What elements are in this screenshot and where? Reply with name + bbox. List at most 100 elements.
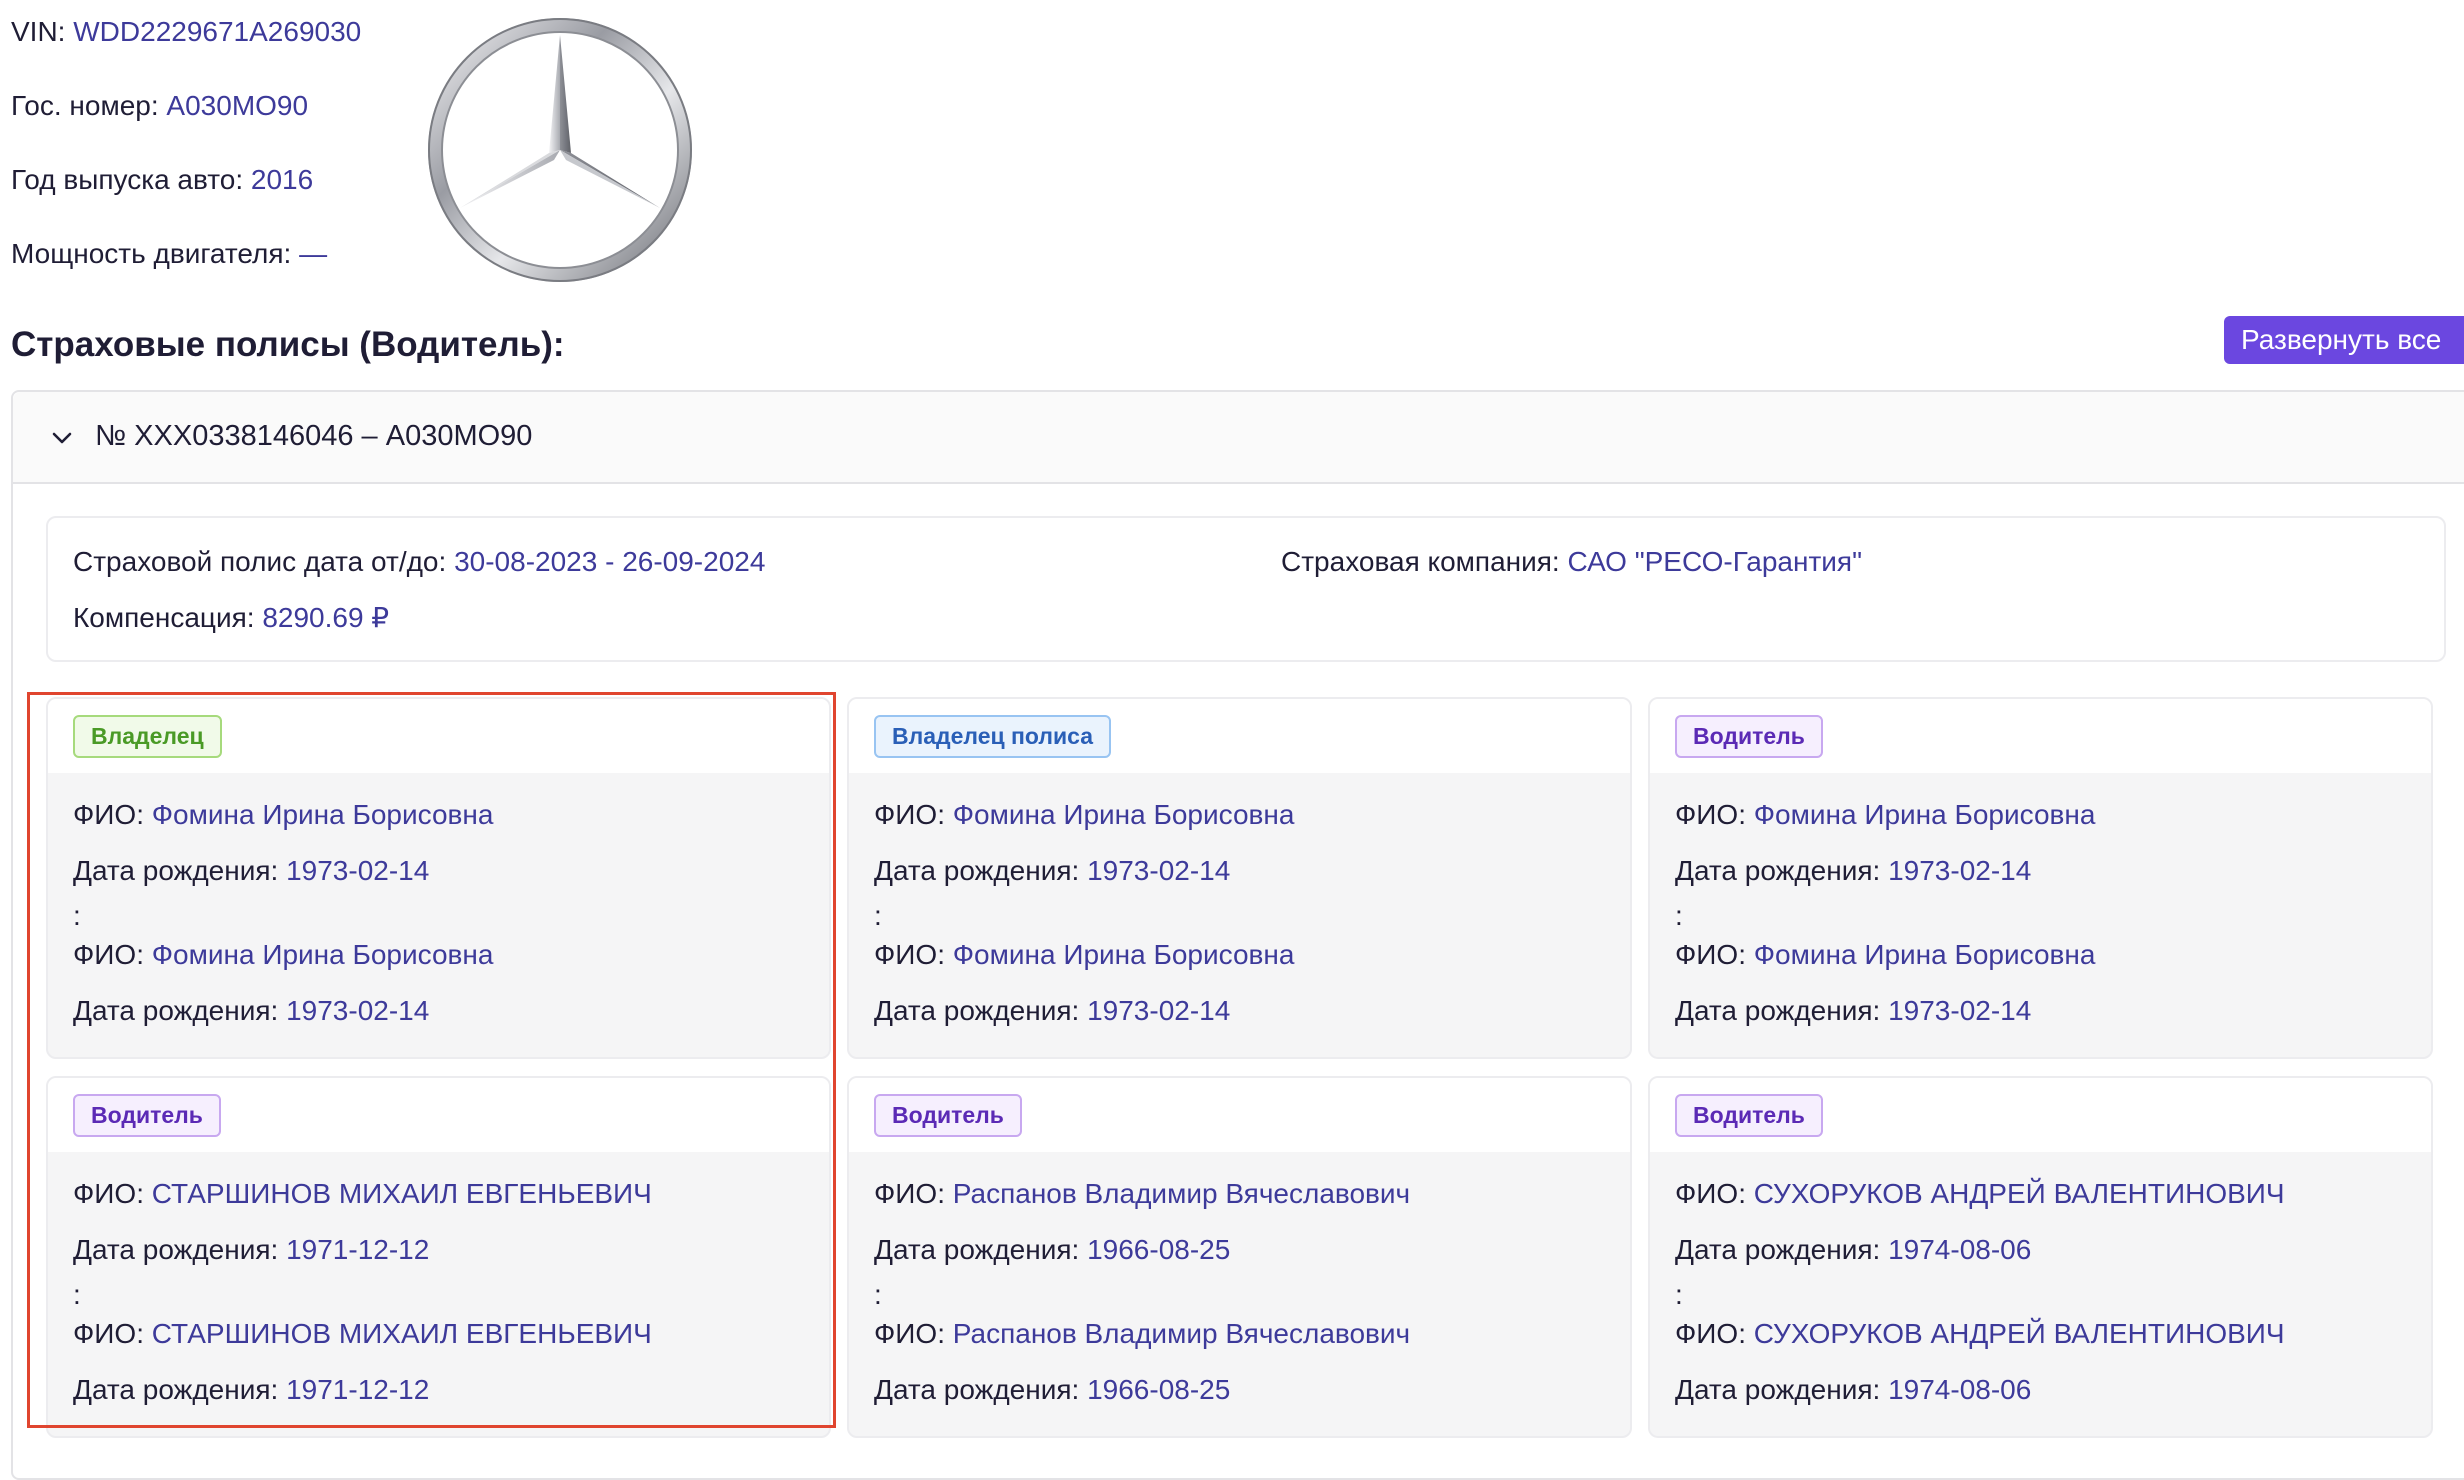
- fio-row: ФИО: Фомина Ирина Борисовна: [874, 798, 1294, 832]
- power-value: —: [299, 238, 328, 269]
- birth-label: Дата рождения:: [874, 1234, 1080, 1265]
- policy-dates: Страховой полис дата от/до: 30-08-2023 -…: [73, 545, 765, 579]
- fio-label: ФИО:: [1675, 1318, 1746, 1349]
- fio-label: ФИО:: [874, 1318, 945, 1349]
- compensation-value: 8290.69 ₽: [262, 602, 390, 633]
- expand-all-button[interactable]: Развернуть все: [2224, 316, 2464, 364]
- year-label: Год выпуска авто:: [11, 164, 244, 195]
- plate-row: Гос. номер: А030МО90: [11, 89, 308, 123]
- person-card: Водитель ФИО: СУХОРУКОВ АНДРЕЙ ВАЛЕНТИНО…: [1648, 1076, 2433, 1438]
- vin-value: WDD2229671A269030: [73, 16, 362, 47]
- year-value: 2016: [250, 164, 314, 195]
- birth-label: Дата рождения:: [1675, 995, 1881, 1026]
- birth-row: Дата рождения: 1971-12-12: [73, 1233, 429, 1267]
- fio-row: ФИО: Фомина Ирина Борисовна: [1675, 938, 2095, 972]
- fio-value: Фомина Ирина Борисовна: [952, 939, 1295, 970]
- birth-value: 1973-02-14: [1888, 995, 2032, 1026]
- person-card-header: Водитель: [48, 1078, 829, 1152]
- person-card: Водитель ФИО: Фомина Ирина Борисовна Дат…: [1648, 697, 2433, 1059]
- compensation-label: Компенсация:: [73, 602, 255, 633]
- role-badge-owner: Владелец: [73, 715, 222, 758]
- birth-value: 1971-12-12: [286, 1234, 430, 1265]
- birth-value: 1966-08-25: [1087, 1234, 1231, 1265]
- fio-row: ФИО: СУХОРУКОВ АНДРЕЙ ВАЛЕНТИНОВИЧ: [1675, 1177, 2285, 1211]
- fio-value: СТАРШИНОВ МИХАИЛ ЕВГЕНЬЕВИЧ: [151, 1178, 652, 1209]
- fio-value: Фомина Ирина Борисовна: [952, 799, 1295, 830]
- person-card: Владелец ФИО: Фомина Ирина Борисовна Дат…: [46, 697, 831, 1059]
- mercedes-benz-logo: [428, 18, 692, 282]
- fio-row: ФИО: СТАРШИНОВ МИХАИЛ ЕВГЕНЬЕВИЧ: [73, 1317, 652, 1351]
- person-card-header: Водитель: [1650, 699, 2431, 773]
- birth-row: Дата рождения: 1973-02-14: [874, 854, 1230, 888]
- role-badge-driver: Водитель: [874, 1094, 1022, 1137]
- fio-label: ФИО:: [1675, 1178, 1746, 1209]
- birth-value: 1973-02-14: [286, 995, 430, 1026]
- separator-colon: :: [73, 1279, 81, 1310]
- fio-row: ФИО: Фомина Ирина Борисовна: [1675, 798, 2095, 832]
- fio-label: ФИО:: [73, 939, 144, 970]
- fio-value: Фомина Ирина Борисовна: [151, 799, 494, 830]
- vin-label: VIN:: [11, 16, 66, 47]
- fio-label: ФИО:: [73, 1318, 144, 1349]
- power-row: Мощность двигателя: —: [11, 237, 327, 271]
- role-badge-driver: Водитель: [1675, 1094, 1823, 1137]
- separator-colon: :: [73, 900, 81, 931]
- fio-row: ФИО: Распанов Владимир Вячеславович: [874, 1317, 1410, 1351]
- fio-label: ФИО:: [1675, 799, 1746, 830]
- fio-value: Фомина Ирина Борисовна: [1753, 799, 2096, 830]
- birth-row: Дата рождения: 1973-02-14: [1675, 854, 2031, 888]
- birth-label: Дата рождения:: [73, 995, 279, 1026]
- compensation: Компенсация: 8290.69 ₽: [73, 601, 389, 635]
- birth-row: Дата рождения: 1973-02-14: [73, 994, 429, 1028]
- person-card: Водитель ФИО: СТАРШИНОВ МИХАИЛ ЕВГЕНЬЕВИ…: [46, 1076, 831, 1438]
- birth-row: Дата рождения: 1973-02-14: [874, 994, 1230, 1028]
- policy-dates-value: 30-08-2023 - 26-09-2024: [454, 546, 766, 577]
- birth-value: 1974-08-06: [1888, 1234, 2032, 1265]
- fio-value: СТАРШИНОВ МИХАИЛ ЕВГЕНЬЕВИЧ: [151, 1318, 652, 1349]
- fio-label: ФИО:: [874, 939, 945, 970]
- birth-row: Дата рождения: 1974-08-06: [1675, 1233, 2031, 1267]
- fio-value: Распанов Владимир Вячеславович: [952, 1178, 1411, 1209]
- role-badge-driver: Водитель: [73, 1094, 221, 1137]
- fio-row: ФИО: Фомина Ирина Борисовна: [73, 938, 493, 972]
- policy-accordion: № XXX0338146046 – А030МО90 Страховой пол…: [11, 390, 2464, 1480]
- fio-value: Фомина Ирина Борисовна: [1753, 939, 2096, 970]
- plate-label: Гос. номер:: [11, 90, 159, 121]
- role-badge-policy-owner: Владелец полиса: [874, 715, 1112, 758]
- person-card: Водитель ФИО: Распанов Владимир Вячеслав…: [847, 1076, 1632, 1438]
- fio-label: ФИО:: [73, 1178, 144, 1209]
- birth-label: Дата рождения:: [73, 855, 279, 886]
- role-badge-driver: Водитель: [1675, 715, 1823, 758]
- fio-value: СУХОРУКОВ АНДРЕЙ ВАЛЕНТИНОВИЧ: [1753, 1178, 2285, 1209]
- birth-label: Дата рождения:: [1675, 1374, 1881, 1405]
- separator-colon: :: [874, 900, 882, 931]
- insurance-company-label: Страховая компания:: [1281, 546, 1560, 577]
- chevron-down-icon[interactable]: [46, 422, 78, 454]
- birth-value: 1973-02-14: [1888, 855, 2032, 886]
- insurance-company-value: САО "РЕСО-Гарантия": [1567, 546, 1863, 577]
- fio-value: СУХОРУКОВ АНДРЕЙ ВАЛЕНТИНОВИЧ: [1753, 1318, 2285, 1349]
- power-label: Мощность двигателя:: [11, 238, 292, 269]
- birth-row: Дата рождения: 1973-02-14: [1675, 994, 2031, 1028]
- birth-value: 1966-08-25: [1087, 1374, 1231, 1405]
- fio-label: ФИО:: [874, 1178, 945, 1209]
- birth-row: Дата рождения: 1966-08-25: [874, 1233, 1230, 1267]
- year-row: Год выпуска авто: 2016: [11, 163, 313, 197]
- fio-row: ФИО: Фомина Ирина Борисовна: [73, 798, 493, 832]
- birth-label: Дата рождения:: [73, 1234, 279, 1265]
- person-card-header: Водитель: [849, 1078, 1630, 1152]
- fio-value: Распанов Владимир Вячеславович: [952, 1318, 1411, 1349]
- birth-value: 1973-02-14: [286, 855, 430, 886]
- fio-row: ФИО: СУХОРУКОВ АНДРЕЙ ВАЛЕНТИНОВИЧ: [1675, 1317, 2285, 1351]
- birth-label: Дата рождения:: [874, 1374, 1080, 1405]
- person-card-header: Водитель: [1650, 1078, 2431, 1152]
- separator-colon: :: [1675, 900, 1683, 931]
- person-card-header: Владелец: [48, 699, 829, 773]
- birth-row: Дата рождения: 1973-02-14: [73, 854, 429, 888]
- policy-accordion-header[interactable]: № XXX0338146046 – А030МО90: [13, 392, 2464, 484]
- fio-row: ФИО: Фомина Ирина Борисовна: [874, 938, 1294, 972]
- birth-value: 1973-02-14: [1087, 855, 1231, 886]
- person-card-header: Владелец полиса: [849, 699, 1630, 773]
- fio-label: ФИО:: [874, 799, 945, 830]
- birth-label: Дата рождения:: [73, 1374, 279, 1405]
